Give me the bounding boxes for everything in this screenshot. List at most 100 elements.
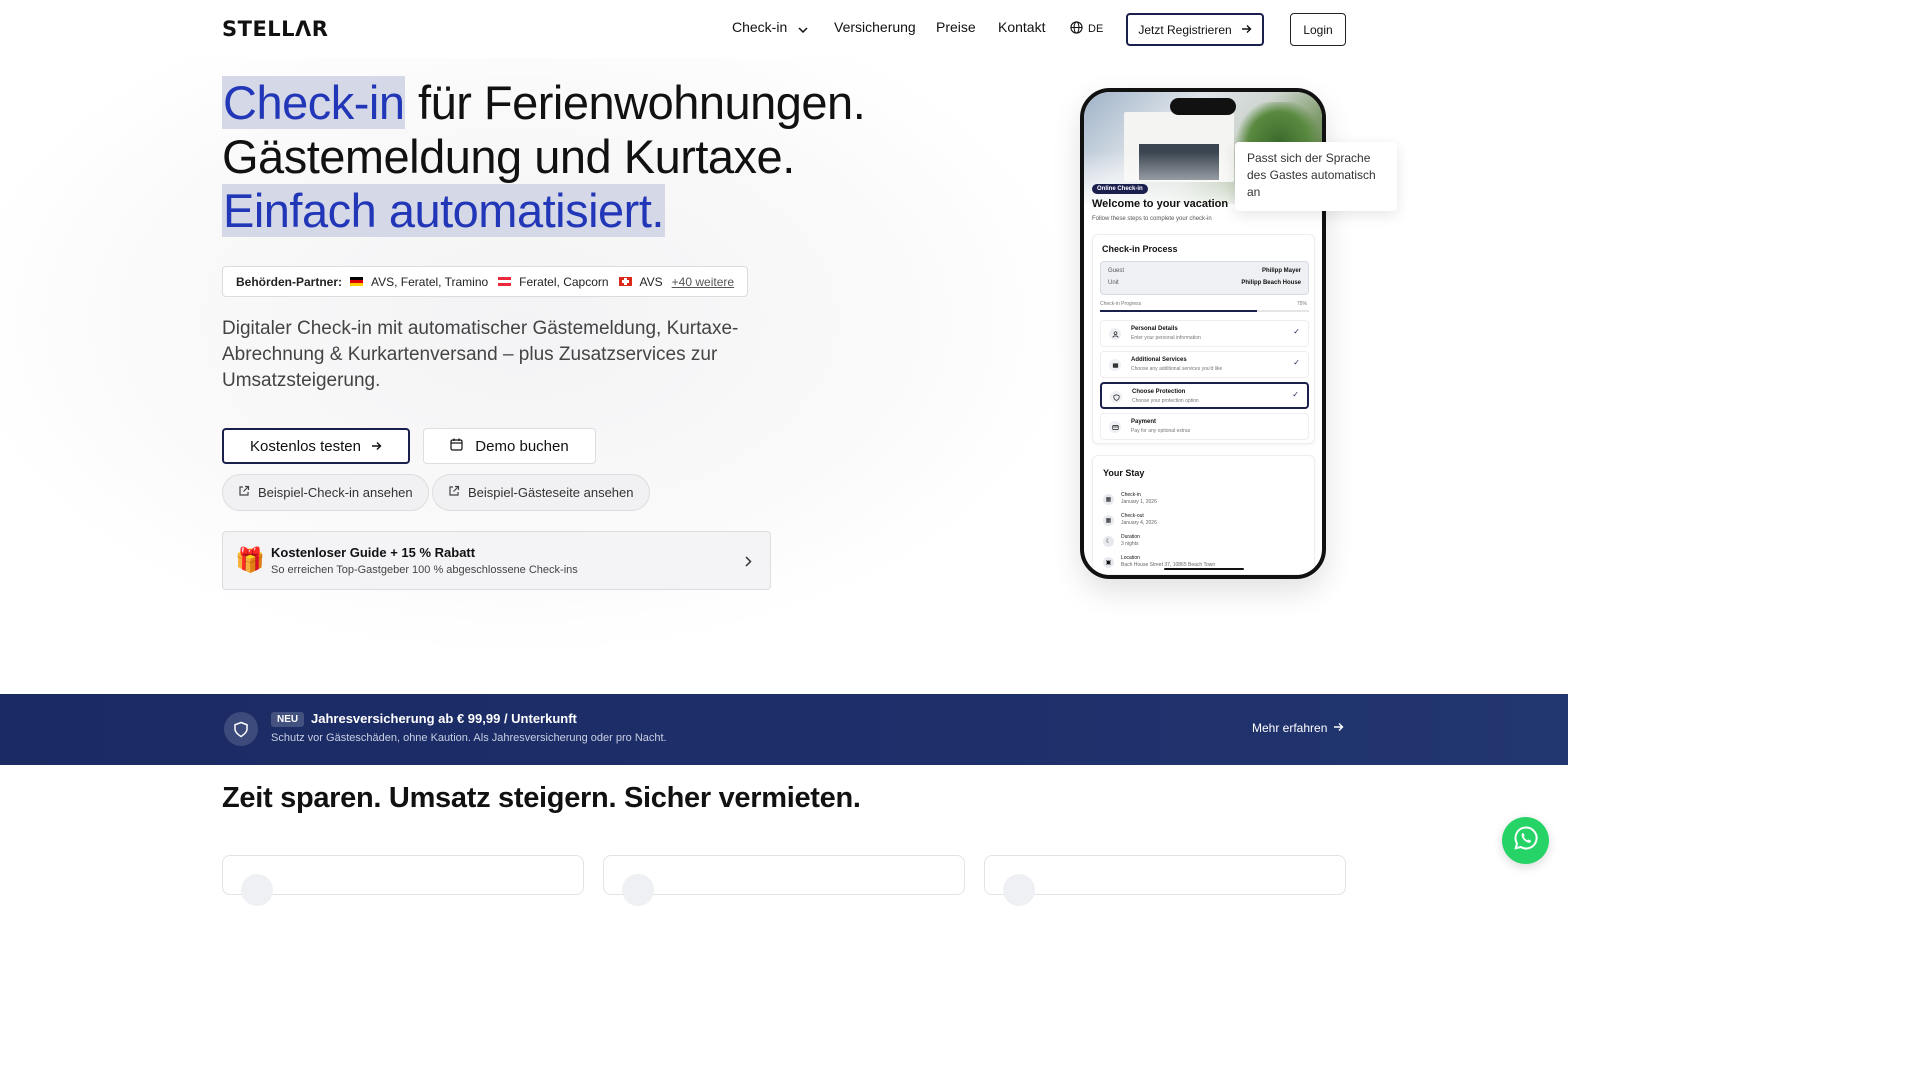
stay-checkin-row: ▦ Check-in January 1, 2026 [1103,492,1157,505]
step-title: Payment [1131,419,1157,425]
step-subtitle: Choose your protection option [1132,398,1199,404]
progress-label-row: Check-in Progress 75% [1100,301,1307,307]
logo[interactable]: STELLΛR [222,17,328,41]
check-icon: ✓ [1292,390,1299,399]
partners-label: Behörden-Partner: [236,274,343,289]
guest-label: Guest [1108,268,1125,274]
guest-info-box: Guest Philipp Mayer Unit Philipp Beach H… [1100,261,1309,295]
package-icon [1109,359,1121,371]
moon-icon: ☾ [1103,536,1114,547]
progress-percent: 75% [1296,301,1307,307]
stay-value: January 4, 2026 [1121,520,1157,526]
hero-description: Digitaler Check-in mit automatischer Gäs… [222,318,739,391]
insurance-subtitle: Schutz vor Gästeschäden, ohne Kaution. A… [271,732,667,744]
whatsapp-icon [1513,825,1539,856]
guest-row: Guest Philipp Mayer [1108,268,1301,274]
book-demo-button[interactable]: Demo buchen [423,428,596,464]
language-tooltip: Passt sich der Sprache des Gastes automa… [1235,142,1397,211]
new-badge: NEU [271,712,305,727]
unit-value: Philipp Beach House [1241,280,1301,286]
free-trial-button[interactable]: Kostenlos testen [222,428,410,464]
your-stay-card: Your Stay ▦ Check-in January 1, 2026 ▦ Ch… [1092,455,1315,575]
switzerland-flag-icon [618,277,632,286]
whatsapp-chat-button[interactable] [1502,817,1549,864]
step-additional-services[interactable]: Additional Services Choose any additiona… [1100,351,1309,378]
calendar-icon: ▦ [1103,494,1114,505]
login-button[interactable]: Login [1290,13,1346,46]
example-guestpage-link[interactable]: Beispiel-Gästeseite ansehen [432,474,650,511]
stay-checkout-row: ▦ Check-out January 4, 2026 [1103,513,1157,526]
register-label: Jetzt Registrieren [1138,22,1232,37]
hero-highlight-checkin: Check-in [222,76,406,129]
nav-checkin-label: Check-in [732,19,788,35]
example-guestpage-label: Beispiel-Gästeseite ansehen [468,485,634,500]
section-title: Zeit sparen. Umsatz steigern. Sicher ver… [222,782,861,814]
shield-icon [224,712,258,746]
your-stay-title: Your Stay [1103,468,1145,478]
feature-icon [622,874,654,906]
globe-icon [1070,21,1083,37]
phone-notch [1170,98,1236,115]
partners-more-link[interactable]: +40 weitere [672,275,734,289]
nav-versicherung[interactable]: Versicherung [834,19,916,35]
stay-label: Check-in [1121,492,1141,498]
learn-more-label: Mehr erfahren [1252,721,1328,735]
progress-label: Check-in Progress [1100,301,1142,307]
book-demo-label: Demo buchen [475,437,569,455]
insurance-banner: NEU Jahresversicherung ab € 99,99 / Unte… [0,694,1568,765]
chevron-down-icon [798,20,808,36]
arrow-right-icon [1333,721,1344,735]
feature-card [222,855,584,906]
step-subtitle: Enter your personal information [1131,335,1201,341]
hero-highlight-automated: Einfach automatisiert. [222,184,665,237]
hero-line-3: Einfach automatisiert. [222,184,865,238]
feature-icon [1003,874,1035,906]
checkin-process-title: Check-in Process [1102,244,1178,254]
authority-partners: Behörden-Partner: AVS, Feratel, Tramino … [222,266,749,297]
shield-icon [1110,391,1122,403]
stay-location-row: ▣ Location Bach House Street 37, 10865 Be… [1103,555,1215,568]
language-switcher[interactable]: DE [1070,21,1103,37]
step-title: Choose Protection [1132,389,1186,395]
check-icon: ✓ [1293,327,1300,336]
checkin-process-card: Check-in Process Guest Philipp Mayer Uni… [1092,234,1315,444]
example-checkin-link[interactable]: Beispiel-Check-in ansehen [222,474,429,511]
austria-flag-icon [498,277,512,286]
calendar-icon [450,438,463,455]
step-payment[interactable]: Payment Pay for any optional extras [1100,413,1309,440]
calendar-icon: ▦ [1103,515,1114,526]
feature-icon [241,874,273,906]
partners-at: Feratel, Capcorn [519,274,609,289]
external-link-icon [238,485,250,500]
step-personal-details[interactable]: Personal Details Enter your personal inf… [1100,320,1309,347]
unit-row: Unit Philipp Beach House [1108,280,1301,286]
arrow-right-icon [371,438,382,455]
nav-preise[interactable]: Preise [936,19,976,35]
guest-value: Philipp Mayer [1261,268,1301,274]
online-checkin-badge: Online Check-in [1092,184,1148,194]
building-icon: ▣ [1103,557,1114,568]
feature-card [603,855,965,906]
step-subtitle: Choose any additional services you'd lik… [1131,366,1223,372]
guide-title: Kostenloser Guide + 15 % Rabatt [271,545,476,560]
credit-card-icon [1109,421,1121,433]
learn-more-link[interactable]: Mehr erfahren [1252,721,1344,735]
partners-de: AVS, Feratel, Tramino [371,274,489,289]
insurance-title: Jahresversicherung ab € 99,99 / Unterkun… [311,711,577,726]
progress-bar-fill [1100,310,1257,312]
nav-checkin[interactable]: Check-in [732,19,808,36]
hero-line-2: Gästemeldung und Kurtaxe. [222,130,795,183]
stay-value: January 1, 2026 [1121,499,1157,505]
stay-value: 3 nights [1121,541,1139,547]
nav-kontakt[interactable]: Kontakt [998,19,1045,35]
check-icon: ✓ [1293,358,1300,367]
feature-card [984,855,1346,906]
step-choose-protection[interactable]: Choose Protection Choose your protection… [1100,382,1309,409]
free-trial-label: Kostenlos testen [250,437,361,455]
register-button[interactable]: Jetzt Registrieren [1126,13,1264,46]
arrow-right-icon [1241,23,1252,37]
guide-subtitle: So erreichen Top-Gastgeber 100 % abgesch… [271,564,578,576]
free-guide-banner[interactable]: 🎁 Kostenloser Guide + 15 % Rabatt So err… [222,531,771,590]
home-indicator [1164,568,1244,570]
hero-line-1: Check-in für Ferienwohnungen. [222,76,866,130]
